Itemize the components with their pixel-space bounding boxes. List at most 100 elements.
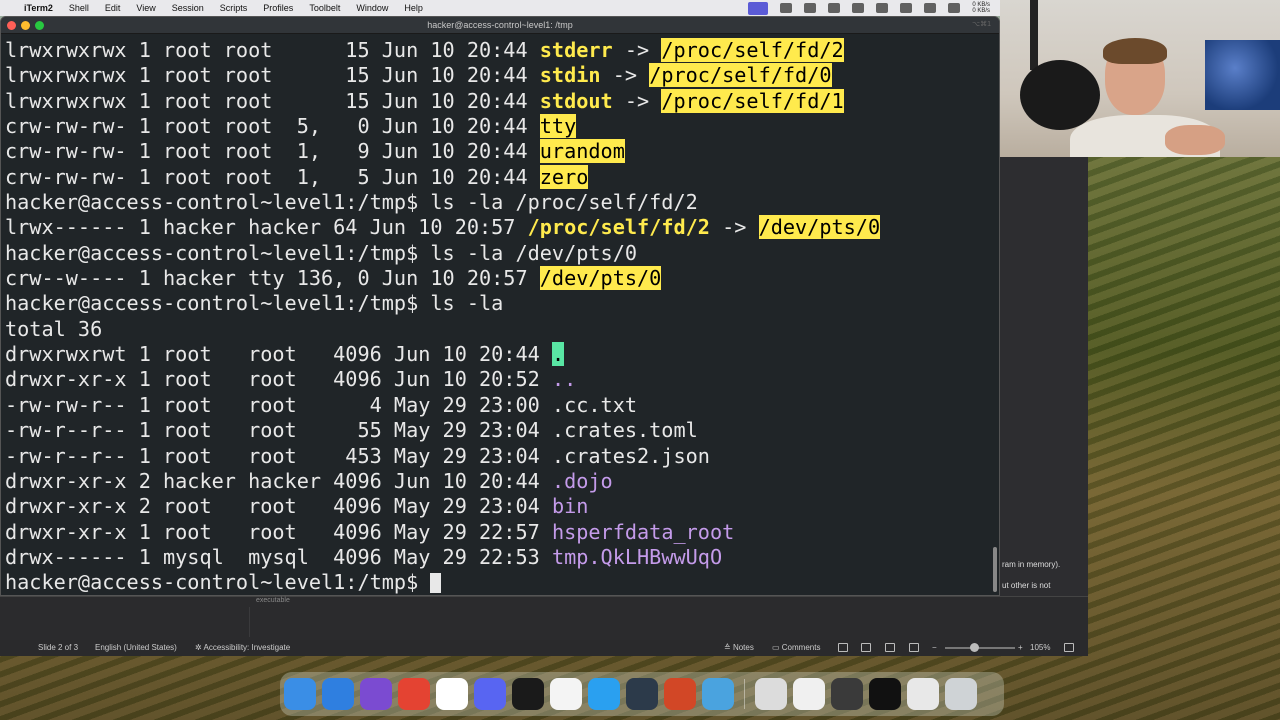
terminal-text: tty — [539, 114, 577, 139]
terminal-line: lrwx------ 1 hacker hacker 64 Jun 10 20:… — [5, 215, 995, 240]
terminal-text: /proc/self/fd/0 — [649, 63, 832, 88]
grid-icon[interactable] — [828, 3, 841, 13]
terminal-line: crw-rw-rw- 1 root root 1, 5 Jun 10 20:44… — [5, 164, 995, 190]
sidebar-icon[interactable] — [852, 3, 865, 13]
terminal-text: /proc/self/fd/1 — [661, 88, 844, 113]
screen-share-icon[interactable] — [748, 1, 769, 15]
terminal-text: .. — [551, 367, 577, 392]
terminal-line: drwxr-xr-x 1 root root 4096 May 29 22:57… — [5, 520, 995, 545]
iterm-icon[interactable] — [512, 678, 544, 710]
trash-icon[interactable] — [945, 678, 977, 710]
terminal-line: lrwxrwxrwx 1 root root 15 Jun 10 20:44 s… — [5, 63, 995, 88]
accessibility-label: Accessibility: Investigate — [203, 643, 291, 652]
microphone — [1020, 60, 1100, 130]
zoom-in-button[interactable]: + — [1018, 643, 1023, 652]
normal-view-icon[interactable] — [838, 643, 848, 652]
terminal-window[interactable]: hacker@access-control~level1: /tmp ⌥⌘1 l… — [0, 16, 1000, 596]
terminal-text: drwx------ 1 mysql mysql 4096 May 29 22:… — [5, 544, 552, 569]
terminal-line: drwx------ 1 mysql mysql 4096 May 29 22:… — [5, 545, 995, 570]
terminal-text: tmp.QkLHBwwUqO — [551, 544, 723, 569]
eye-icon[interactable] — [900, 3, 913, 13]
doc-4-icon[interactable] — [869, 678, 901, 710]
doc-3-icon[interactable] — [831, 678, 863, 710]
photos-icon[interactable] — [550, 678, 582, 710]
terminal-text: hacker@access-control~level1:/tmp$ ls -l… — [5, 291, 504, 316]
terminal-cursor — [430, 573, 442, 594]
menu-app-name[interactable]: iTerm2 — [24, 3, 53, 13]
terminal-text: drwxr-xr-x 1 root root 4096 Jun 10 20:52 — [5, 367, 552, 392]
notes-button[interactable]: ≙ Notes — [724, 643, 754, 652]
doc-2-icon[interactable] — [793, 678, 825, 710]
zoom-level[interactable]: 105% — [1030, 643, 1050, 652]
menu-session[interactable]: Session — [172, 3, 204, 13]
menu-help[interactable]: Help — [404, 3, 423, 13]
terminal-text: crw-rw-rw- 1 root root 5, 0 Jun 10 20:44 — [5, 114, 540, 139]
terminal-line: drwxr-xr-x 2 hacker hacker 4096 Jun 10 2… — [5, 469, 995, 494]
minimize-window-button[interactable] — [21, 21, 30, 30]
language-label[interactable]: English (United States) — [95, 643, 177, 652]
discord-icon[interactable] — [474, 678, 506, 710]
terminal-line: hacker@access-control~level1:/tmp$ ls -l… — [5, 241, 995, 266]
calendar-icon[interactable] — [804, 3, 817, 13]
terminal-text: stdin — [539, 63, 601, 88]
zoom-out-button[interactable]: − — [932, 643, 937, 652]
terminal-output[interactable]: lrwxrwxrwx 1 root root 15 Jun 10 20:44 s… — [5, 38, 995, 595]
terminal-text: -> — [612, 88, 662, 113]
messages-icon[interactable] — [588, 678, 620, 710]
terminal-line: hacker@access-control~level1:/tmp$ ls -l… — [5, 291, 995, 316]
terminal-line: drwxr-xr-x 2 root root 4096 May 29 23:04… — [5, 494, 995, 519]
doc-1-icon[interactable] — [755, 678, 787, 710]
safari-icon[interactable] — [322, 678, 354, 710]
menu-toolbelt[interactable]: Toolbelt — [309, 3, 340, 13]
terminal-text: hacker@access-control~level1:/tmp$ — [5, 570, 431, 595]
menu-profiles[interactable]: Profiles — [263, 3, 293, 13]
terminal-text: drwxr-xr-x 1 root root 4096 May 29 22:57 — [5, 519, 552, 544]
activity-icon[interactable] — [626, 678, 658, 710]
terminal-text: /proc/self/fd/2 — [527, 215, 710, 240]
reading-view-icon[interactable] — [885, 643, 895, 652]
presentation-status-bar: Slide 2 of 3 English (United States) ✲ A… — [0, 640, 1088, 656]
terminal-text: .dojo — [551, 468, 613, 493]
finder-icon[interactable] — [284, 678, 316, 710]
accessibility-button[interactable]: ✲ Accessibility: Investigate — [195, 643, 290, 652]
camera-icon[interactable] — [924, 3, 937, 13]
terminal-line: crw-rw-rw- 1 root root 1, 9 Jun 10 20:44… — [5, 139, 995, 164]
dock-separator — [744, 679, 745, 709]
todoist-icon[interactable] — [398, 678, 430, 710]
terminal-titlebar[interactable]: hacker@access-control~level1: /tmp ⌥⌘1 — [1, 17, 999, 34]
menu-view[interactable]: View — [136, 3, 155, 13]
network-icon[interactable] — [702, 678, 734, 710]
slide-navigator[interactable] — [20, 607, 250, 637]
zoom-slider-knob[interactable] — [970, 643, 979, 652]
terminal-text: crw-rw-rw- 1 root root 1, 5 Jun 10 20:44 — [5, 164, 540, 189]
slack-icon[interactable] — [436, 678, 468, 710]
close-window-button[interactable] — [7, 21, 16, 30]
terminal-text: -> — [612, 38, 662, 62]
doc-5-icon[interactable] — [907, 678, 939, 710]
terminal-text: -> — [600, 63, 650, 88]
dropbox-icon[interactable] — [780, 3, 793, 13]
terminal-line: total 36 — [5, 317, 995, 342]
emacs-icon[interactable] — [360, 678, 392, 710]
wifi-icon[interactable] — [948, 3, 961, 13]
terminal-text: lrwx------ 1 hacker hacker 64 Jun 10 20:… — [5, 215, 528, 240]
terminal-text: drwxrwxrwt 1 root root 4096 Jun 10 20:44 — [5, 342, 552, 367]
menu-scripts[interactable]: Scripts — [220, 3, 248, 13]
terminal-line: crw--w---- 1 hacker tty 136, 0 Jun 10 20… — [5, 266, 995, 291]
dock — [280, 672, 1004, 716]
zoom-window-button[interactable] — [35, 21, 44, 30]
zoom-slider-track[interactable] — [945, 647, 1015, 649]
slideshow-icon[interactable] — [909, 643, 919, 652]
menu-shell[interactable]: Shell — [69, 3, 89, 13]
powerpoint-icon[interactable] — [664, 678, 696, 710]
menu-window[interactable]: Window — [356, 3, 388, 13]
terminal-scrollbar[interactable] — [993, 547, 997, 592]
terminal-text: hacker@access-control~level1:/tmp$ ls -l… — [5, 190, 698, 215]
fit-to-window-icon[interactable] — [1064, 643, 1074, 652]
vpn-icon[interactable] — [876, 3, 889, 13]
comments-button[interactable]: ▭ Comments — [772, 643, 820, 652]
terminal-line: lrwxrwxrwx 1 root root 15 Jun 10 20:44 s… — [5, 38, 995, 63]
webcam-overlay — [1000, 0, 1280, 157]
slide-sorter-icon[interactable] — [861, 643, 871, 652]
menu-edit[interactable]: Edit — [105, 3, 121, 13]
